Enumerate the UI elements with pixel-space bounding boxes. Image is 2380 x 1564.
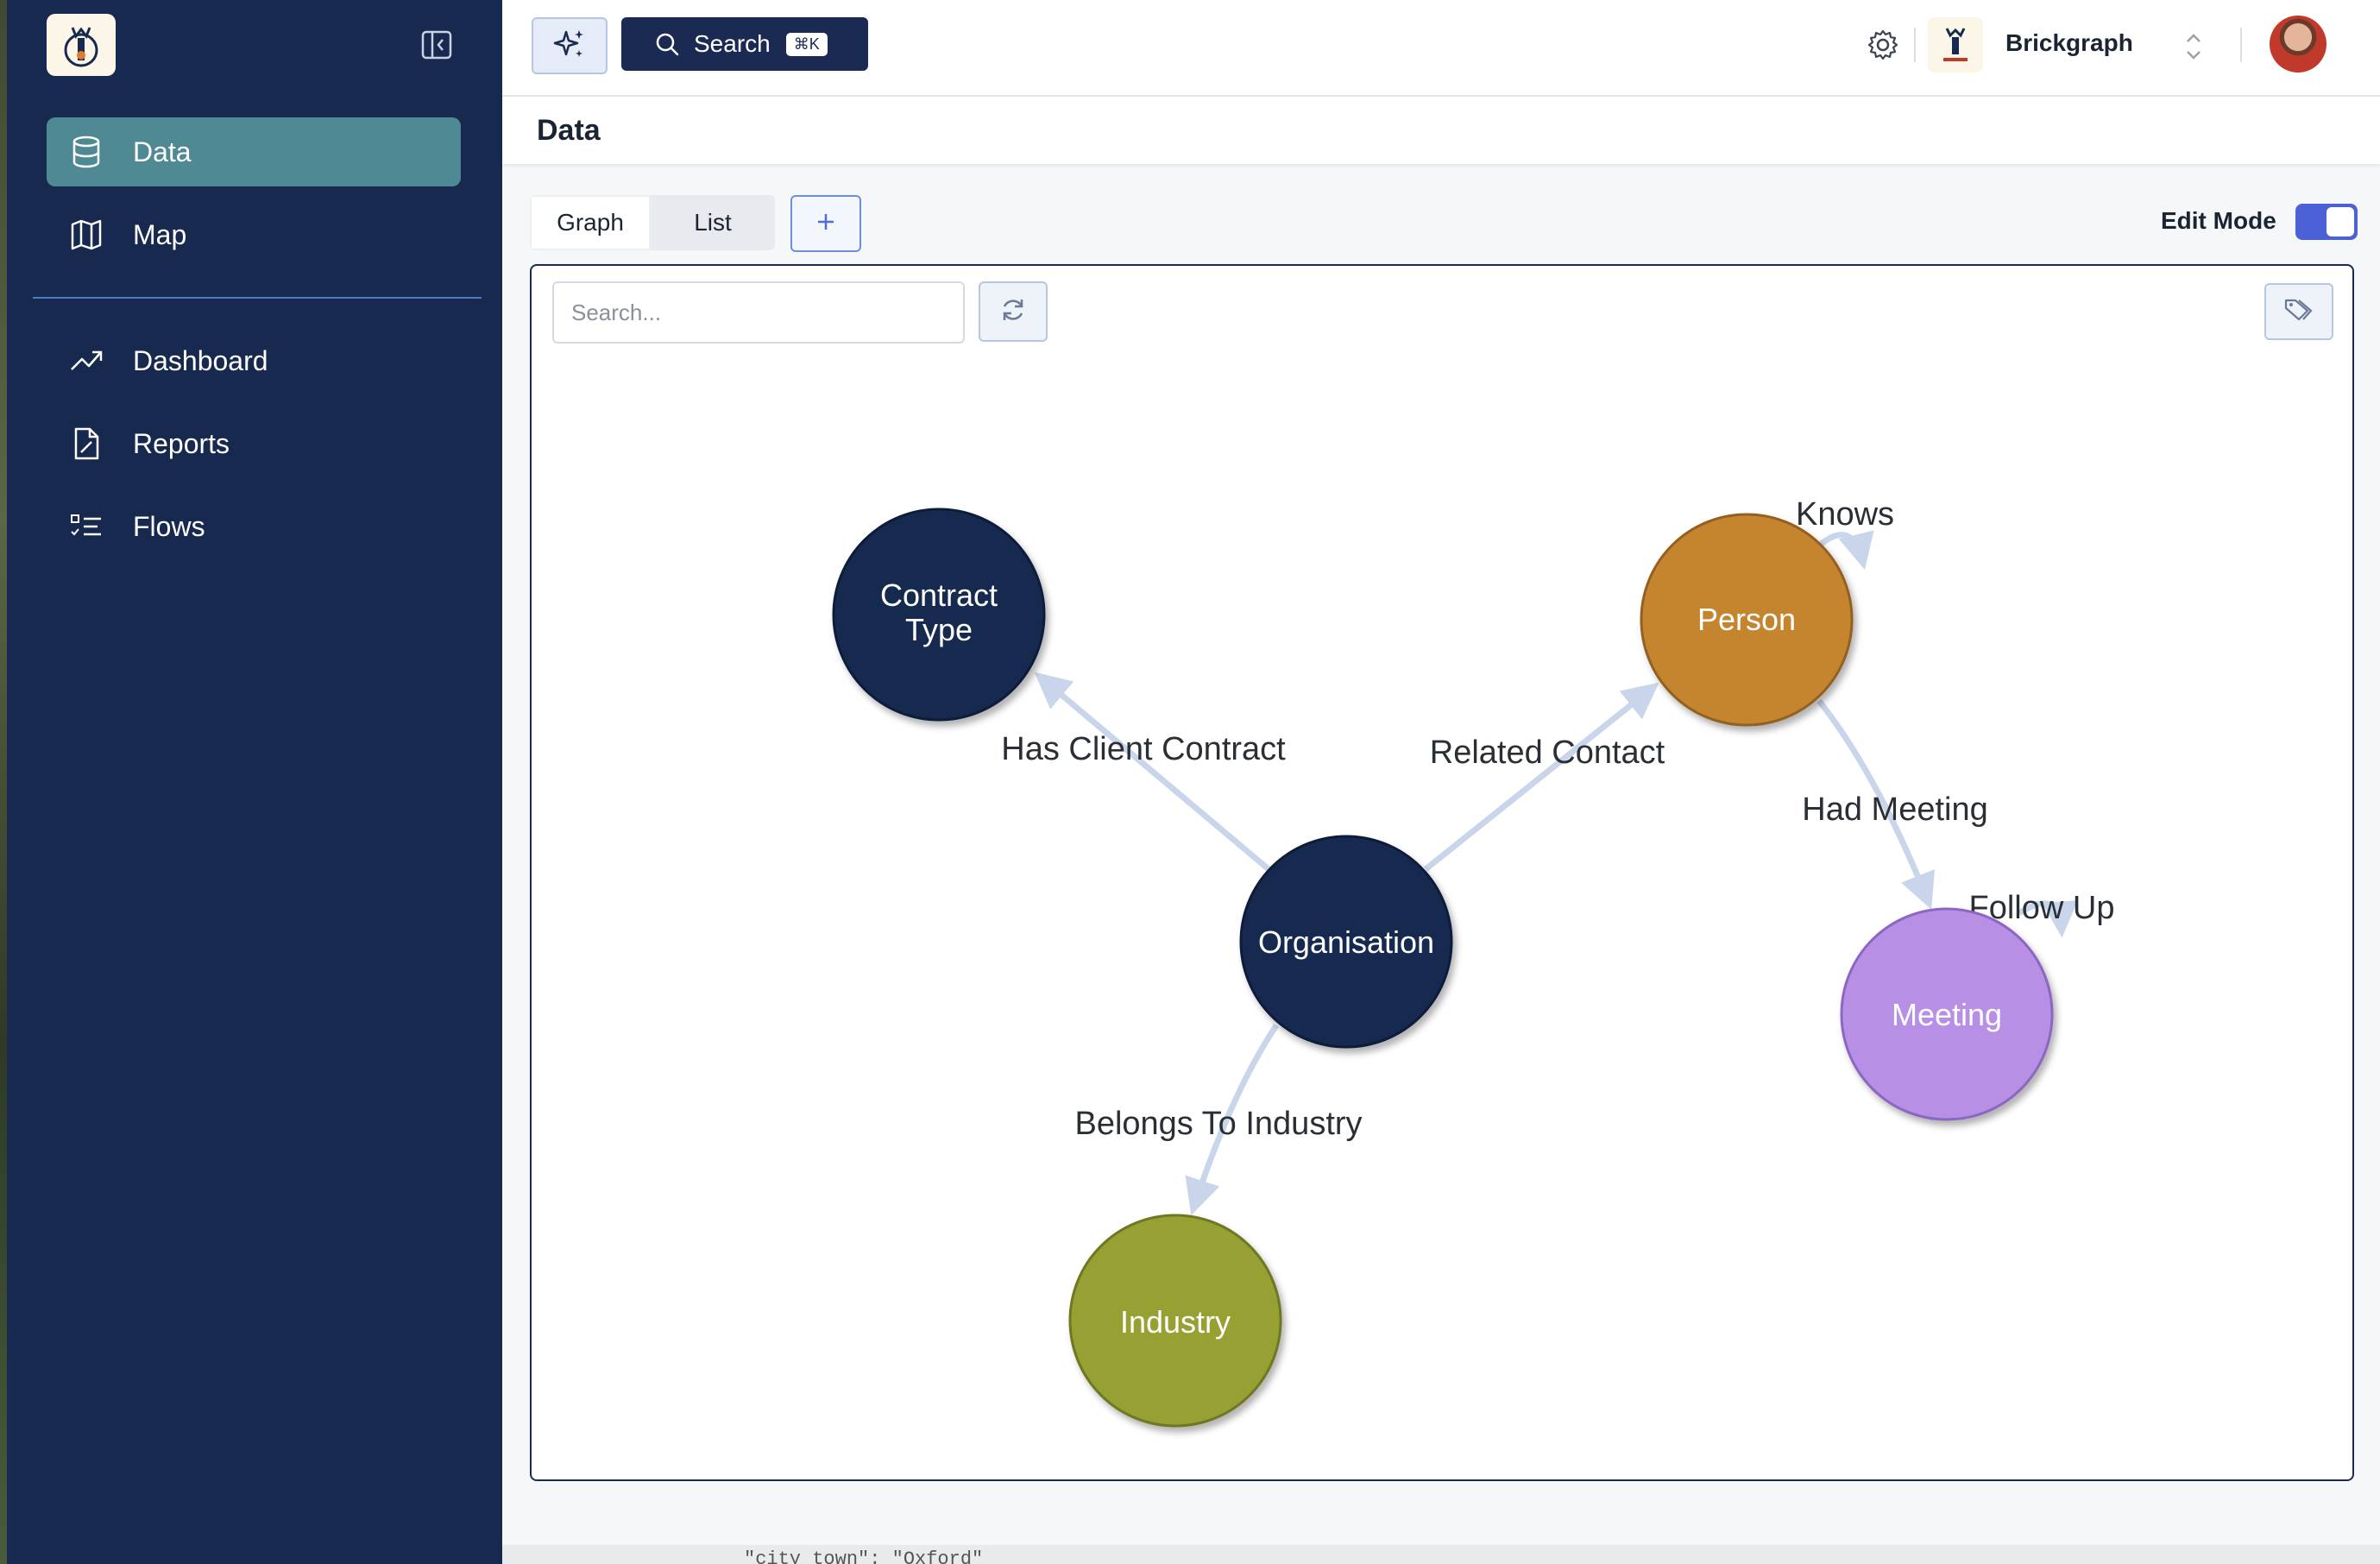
node-label: Contract [880, 577, 998, 613]
edit-mode-toggle[interactable] [2295, 204, 2358, 240]
toggle-knob [2326, 207, 2354, 236]
edge-related-contact[interactable] [1423, 682, 1659, 872]
edge-label: Has Client Contract [1001, 731, 1286, 767]
sidebar-item-label: Dashboard [133, 344, 268, 376]
node-person[interactable]: Person [1640, 513, 1854, 727]
sidebar-item-data[interactable]: Data [47, 117, 461, 186]
top-bar: Search ⌘K Brickgraph [502, 0, 2380, 97]
sidebar-item-flows[interactable]: Flows [47, 492, 461, 561]
edge-label: Knows [1796, 496, 1894, 533]
refresh-button[interactable] [979, 281, 1048, 342]
refresh-icon [999, 296, 1027, 328]
edge-has-client-contract[interactable] [1034, 672, 1271, 872]
search-icon [654, 31, 680, 57]
sidebar-item-label: Map [133, 218, 187, 250]
node-meeting[interactable]: Meeting [1840, 907, 2054, 1121]
edit-mode-label: Edit Mode [2161, 207, 2276, 234]
ai-assistant-button[interactable] [532, 17, 608, 74]
sidebar-item-label: Flows [133, 510, 205, 542]
tags-icon [2283, 297, 2314, 327]
tab-graph[interactable]: Graph [530, 195, 651, 250]
global-search-button[interactable]: Search ⌘K [621, 17, 868, 71]
node-label: Meeting [1892, 997, 2002, 1032]
background-window-fragment: "city_town": "Oxford" [502, 1545, 2380, 1564]
add-view-button[interactable] [790, 195, 861, 252]
keyboard-shortcut-badge: ⌘K [785, 32, 828, 56]
sidebar: Data Map Dashboard Reports Flows [7, 0, 502, 1564]
chevron-up-down-icon[interactable] [2182, 28, 2206, 66]
desktop-background [0, 0, 7, 1564]
page-header: Data [502, 97, 2380, 164]
sidebar-item-dashboard[interactable]: Dashboard [47, 326, 461, 395]
graph-search-input[interactable] [552, 281, 965, 344]
sparkles-icon [552, 27, 587, 66]
settings-gear-icon[interactable] [1864, 26, 1902, 64]
sidebar-item-label: Reports [133, 427, 230, 459]
edge-label: Had Meeting [1802, 791, 1987, 828]
node-contract-type[interactable]: Contract Type [832, 508, 1046, 722]
sidebar-divider [33, 297, 482, 299]
sidebar-item-reports[interactable]: Reports [47, 409, 461, 478]
graph-svg[interactable]: Has Client Contract Related Contact Had … [532, 266, 2354, 1481]
divider [2240, 28, 2242, 62]
sidebar-item-map[interactable]: Map [47, 200, 461, 269]
checklist-icon [66, 506, 107, 547]
main-content: Search ⌘K Brickgraph Data Graph List Edi… [502, 0, 2380, 1564]
code-fragment: "city_town": "Oxford" [744, 1548, 984, 1564]
trending-up-icon [66, 340, 107, 382]
plus-icon [815, 211, 836, 236]
node-organisation[interactable]: Organisation [1239, 835, 1453, 1049]
node-label: Type [905, 612, 973, 647]
user-avatar[interactable] [2270, 16, 2326, 73]
brand-logo [1928, 17, 1983, 73]
node-label: Person [1697, 602, 1796, 637]
app-logo[interactable] [47, 14, 116, 76]
page-title: Data [537, 114, 601, 147]
edge-label: Belongs To Industry [1074, 1106, 1362, 1142]
node-label: Industry [1120, 1304, 1231, 1340]
collapse-sidebar-icon[interactable] [419, 29, 454, 60]
edge-label: Related Contact [1430, 735, 1665, 771]
labels-toggle-button[interactable] [2264, 283, 2333, 340]
app-window: Data Map Dashboard Reports Flows Search … [0, 0, 2380, 1564]
database-icon [66, 131, 107, 173]
sidebar-item-label: Data [133, 136, 192, 167]
tab-list[interactable]: List [651, 195, 775, 250]
map-icon [66, 214, 107, 255]
report-icon [66, 423, 107, 464]
node-label: Organisation [1258, 924, 1434, 960]
graph-canvas[interactable]: Has Client Contract Related Contact Had … [530, 264, 2354, 1481]
divider [1914, 28, 1916, 62]
node-industry[interactable]: Industry [1068, 1214, 1282, 1428]
view-tabs: Graph List [530, 195, 775, 250]
search-label: Search [694, 30, 771, 57]
brand-name[interactable]: Brickgraph [2005, 29, 2133, 57]
